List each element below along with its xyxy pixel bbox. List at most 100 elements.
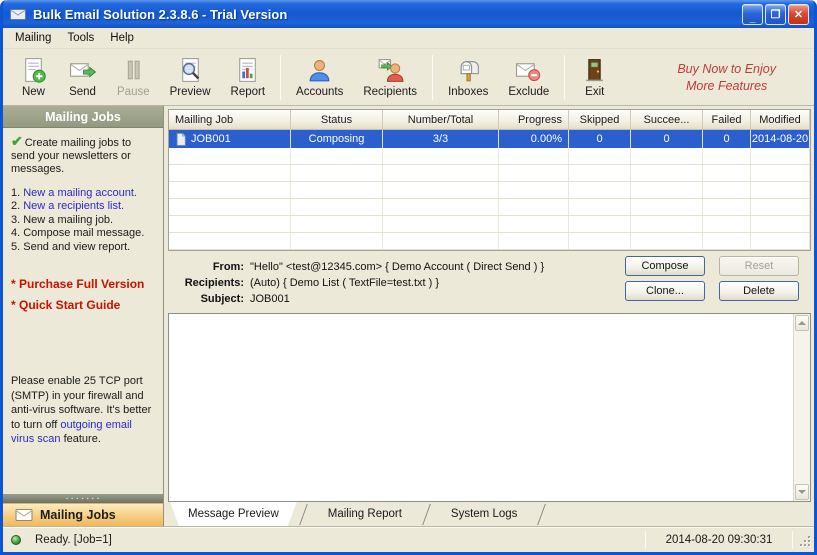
preview-icon [181, 58, 199, 82]
exit-door-icon [586, 59, 604, 82]
tab-mailing-report[interactable]: Mailing Report [310, 502, 420, 526]
menu-item-help[interactable]: Help [102, 29, 142, 47]
delete-button[interactable]: Delete [719, 281, 799, 301]
table-header-row: Mailling Job Status Number/Total Progress Sk… [169, 110, 810, 130]
mailing-jobs-panel-label: Mailing Jobs [40, 508, 116, 522]
status-led-icon [11, 534, 21, 545]
toolbar-button-preview[interactable]: Preview [160, 51, 221, 104]
toolbar-separator [280, 55, 282, 100]
cell-text: 0 [723, 133, 730, 145]
title-bar: Bulk Email Solution 2.3.8.6 - Trial Vers… [3, 0, 814, 28]
scroll-up-button[interactable] [795, 315, 809, 331]
empty-cell [291, 233, 383, 249]
column-header-mailling-job[interactable]: Mailling Job [169, 110, 291, 130]
accounts-icon [309, 60, 330, 82]
empty-cell [631, 148, 703, 164]
bottom-tabs: Message Preview Mailing Report System Logs [168, 502, 811, 526]
sidebar-link-purchase-full-version[interactable]: * Purchase Full Version [11, 274, 156, 295]
close-button[interactable]: ✕ [788, 3, 809, 25]
empty-cell [383, 182, 499, 198]
sidebar-header: Mailing Jobs [3, 106, 163, 128]
toolbar-separator [432, 55, 434, 100]
column-header-succee[interactable]: Succee... [631, 110, 703, 130]
setup-step-new-a-mailing-account[interactable]: 1. New a mailing account. [11, 187, 156, 200]
maximize-button[interactable]: ❐ [765, 3, 786, 25]
step-link[interactable]: New a mailing account. [23, 187, 137, 199]
setup-step-compose-mail-message: 4. Compose mail message. [11, 227, 156, 240]
recipients-icon [378, 59, 404, 82]
toolbar-button-exit[interactable]: Exit [570, 51, 619, 104]
toolbar-button-accounts[interactable]: Accounts [286, 51, 353, 104]
window-title: Bulk Email Solution 2.3.8.6 - Trial Vers… [33, 6, 288, 22]
app-icon [8, 4, 28, 24]
column-header-skipped[interactable]: Skipped [569, 110, 631, 130]
setup-step-new-a-mailing-job: 3. New a mailing job. [11, 214, 156, 227]
table-cell: 0 [569, 130, 631, 148]
step-number: 1. [11, 187, 24, 199]
mailing-jobs-panel-button[interactable]: Mailing Jobs [3, 503, 163, 526]
pause-icon [127, 60, 140, 80]
empty-cell [569, 216, 631, 232]
column-header-number-total[interactable]: Number/Total [383, 110, 499, 130]
tab-system-logs[interactable]: System Logs [433, 502, 535, 526]
send-mail-icon [68, 56, 97, 85]
table-cell: JOB001 [169, 130, 291, 148]
column-header-failed[interactable]: Failed [703, 110, 751, 130]
setup-step-send-and-view-report: 5. Send and view report. [11, 241, 156, 254]
toolbar-button-label: Exit [585, 86, 605, 98]
toolbar-button-new[interactable]: New [9, 51, 58, 104]
cell-text: Composing [308, 133, 365, 145]
status-message: Ready. [Job=1] [35, 533, 112, 546]
buy-now-promo: Buy Now to Enjoy More Features [677, 61, 776, 94]
step-number: 3. [11, 213, 24, 226]
toolbar-button-label: Exclude [508, 86, 550, 98]
toolbar-button-recipients[interactable]: Recipients [353, 51, 427, 104]
empty-cell [383, 233, 499, 249]
cell-text: 0 [663, 133, 670, 145]
column-header-modified[interactable]: Modified [751, 110, 810, 130]
column-header-status[interactable]: Status [291, 110, 383, 130]
app-window: Bulk Email Solution 2.3.8.6 - Trial Vers… [0, 0, 817, 555]
table-row[interactable]: JOB001 Composing 3/3 0.00% 0 0 0 2014-08-20 [169, 130, 810, 148]
tab-divider [298, 504, 308, 525]
minimize-button[interactable]: _ [742, 3, 763, 25]
toolbar-button-label: Inboxes [448, 86, 489, 98]
detail-label: Subject: [200, 293, 244, 305]
toolbar-button-exclude[interactable]: Exclude [498, 51, 559, 104]
column-header-progress[interactable]: Progress [499, 110, 569, 130]
empty-cell [169, 199, 291, 215]
clone-button[interactable]: Clone... [625, 281, 705, 301]
recipients-icon [376, 56, 405, 85]
sidebar-splitter-handle[interactable] [3, 494, 163, 503]
setup-step-new-a-recipients-list[interactable]: 2. New a recipients list. [11, 200, 156, 213]
toolbar-button-send[interactable]: Send [58, 51, 107, 104]
empty-cell [499, 199, 569, 215]
resize-grip[interactable] [797, 530, 812, 550]
toolbar-button-label: Recipients [363, 86, 418, 98]
sidebar-link-quick-start-guide[interactable]: * Quick Start Guide [11, 295, 156, 316]
toolbar-button-inboxes[interactable]: Inboxes [438, 51, 498, 104]
menu-item-mailing[interactable]: Mailing [7, 29, 59, 47]
toolbar-button-label: Preview [169, 86, 211, 98]
chevron-up-icon [798, 321, 806, 325]
job-action-buttons: Compose Reset Clone... Delete [625, 256, 799, 301]
scroll-down-button[interactable] [795, 484, 809, 500]
report-icon [239, 58, 257, 82]
empty-cell [703, 216, 751, 232]
empty-cell [169, 148, 291, 164]
tab-message-preview[interactable]: Message Preview [170, 502, 297, 526]
empty-table-row [169, 233, 810, 250]
menu-item-tools[interactable]: Tools [59, 29, 102, 47]
empty-cell [631, 216, 703, 232]
job-details-panel: From: "Hello" <test@12345.com> { Demo Acc… [168, 251, 811, 313]
step-link[interactable]: New a recipients list. [23, 200, 124, 212]
table-cell: 2014-08-20 [751, 130, 810, 148]
exclude-mail-icon [516, 63, 541, 82]
step-number: 5. [11, 240, 24, 253]
empty-cell [751, 148, 810, 164]
compose-button[interactable]: Compose [625, 256, 705, 276]
detail-value: "Hello" <test@12345.com> { Demo Account … [250, 261, 545, 273]
sidebar-promo-links: * Purchase Full Version * Quick Start Gui… [11, 274, 156, 316]
vertical-scrollbar[interactable] [793, 314, 810, 501]
toolbar-button-report[interactable]: Report [221, 51, 276, 104]
